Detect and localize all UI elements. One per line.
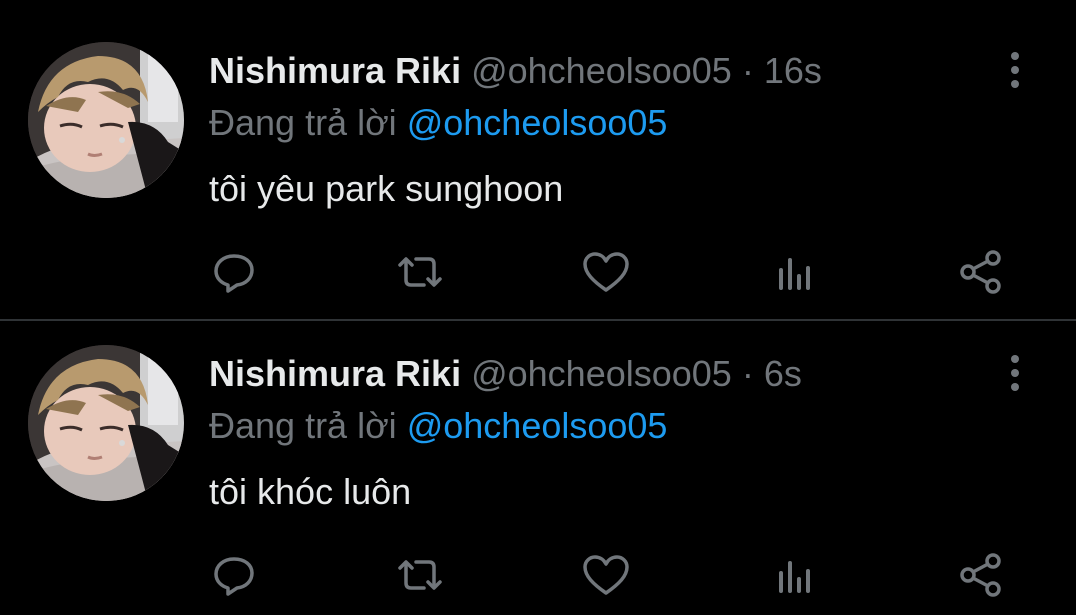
reply-context: Đang trả lời @ohcheolsoo05	[209, 103, 667, 143]
stats-icon	[779, 561, 810, 593]
user-avatar[interactable]	[28, 345, 184, 501]
avatar-image	[28, 42, 184, 198]
tweet-timestamp[interactable]: 16s	[764, 50, 822, 91]
more-options-icon[interactable]	[998, 351, 1032, 395]
share-button[interactable]	[955, 549, 1007, 601]
retweet-button[interactable]	[394, 246, 446, 298]
reply-button[interactable]	[208, 246, 260, 298]
retweet-button[interactable]	[394, 549, 446, 601]
like-icon	[583, 252, 629, 292]
share-icon	[960, 250, 1001, 294]
more-options-icon[interactable]	[998, 48, 1032, 92]
share-icon	[960, 553, 1001, 597]
retweet-icon	[398, 257, 442, 287]
author-name[interactable]: Nishimura Riki	[209, 353, 461, 394]
tweet[interactable]: Nishimura Riki @ohcheolsoo05 · 6s Đang t…	[0, 320, 1076, 615]
separator-dot: ·	[741, 353, 754, 394]
tweet-header: Nishimura Riki @ohcheolsoo05 · 6s	[209, 354, 802, 394]
author-handle[interactable]: @ohcheolsoo05	[471, 353, 732, 394]
user-avatar[interactable]	[28, 42, 184, 198]
share-button[interactable]	[955, 246, 1007, 298]
reply-button[interactable]	[208, 549, 260, 601]
reply-prefix: Đang trả lời	[209, 405, 397, 446]
stats-icon	[779, 258, 810, 290]
tweet-header: Nishimura Riki @ohcheolsoo05 · 16s	[209, 51, 822, 91]
tweet-timestamp[interactable]: 6s	[764, 353, 802, 394]
reply-mention[interactable]: @ohcheolsoo05	[407, 102, 668, 143]
retweet-icon	[398, 560, 442, 590]
like-icon	[583, 555, 629, 595]
reply-mention[interactable]: @ohcheolsoo05	[407, 405, 668, 446]
stats-button[interactable]	[767, 549, 819, 601]
reply-icon	[214, 254, 254, 293]
reply-context: Đang trả lời @ohcheolsoo05	[209, 406, 667, 446]
like-button[interactable]	[580, 549, 632, 601]
separator-dot: ·	[741, 50, 754, 91]
author-name[interactable]: Nishimura Riki	[209, 50, 461, 91]
author-handle[interactable]: @ohcheolsoo05	[471, 50, 732, 91]
tweet-text: tôi yêu park sunghoon	[209, 168, 564, 209]
tweet[interactable]: Nishimura Riki @ohcheolsoo05 · 16s Đang …	[0, 0, 1076, 320]
avatar-image	[28, 345, 184, 501]
stats-button[interactable]	[767, 246, 819, 298]
reply-prefix: Đang trả lời	[209, 102, 397, 143]
like-button[interactable]	[580, 246, 632, 298]
reply-icon	[214, 557, 254, 596]
tweet-text: tôi khóc luôn	[209, 471, 412, 512]
